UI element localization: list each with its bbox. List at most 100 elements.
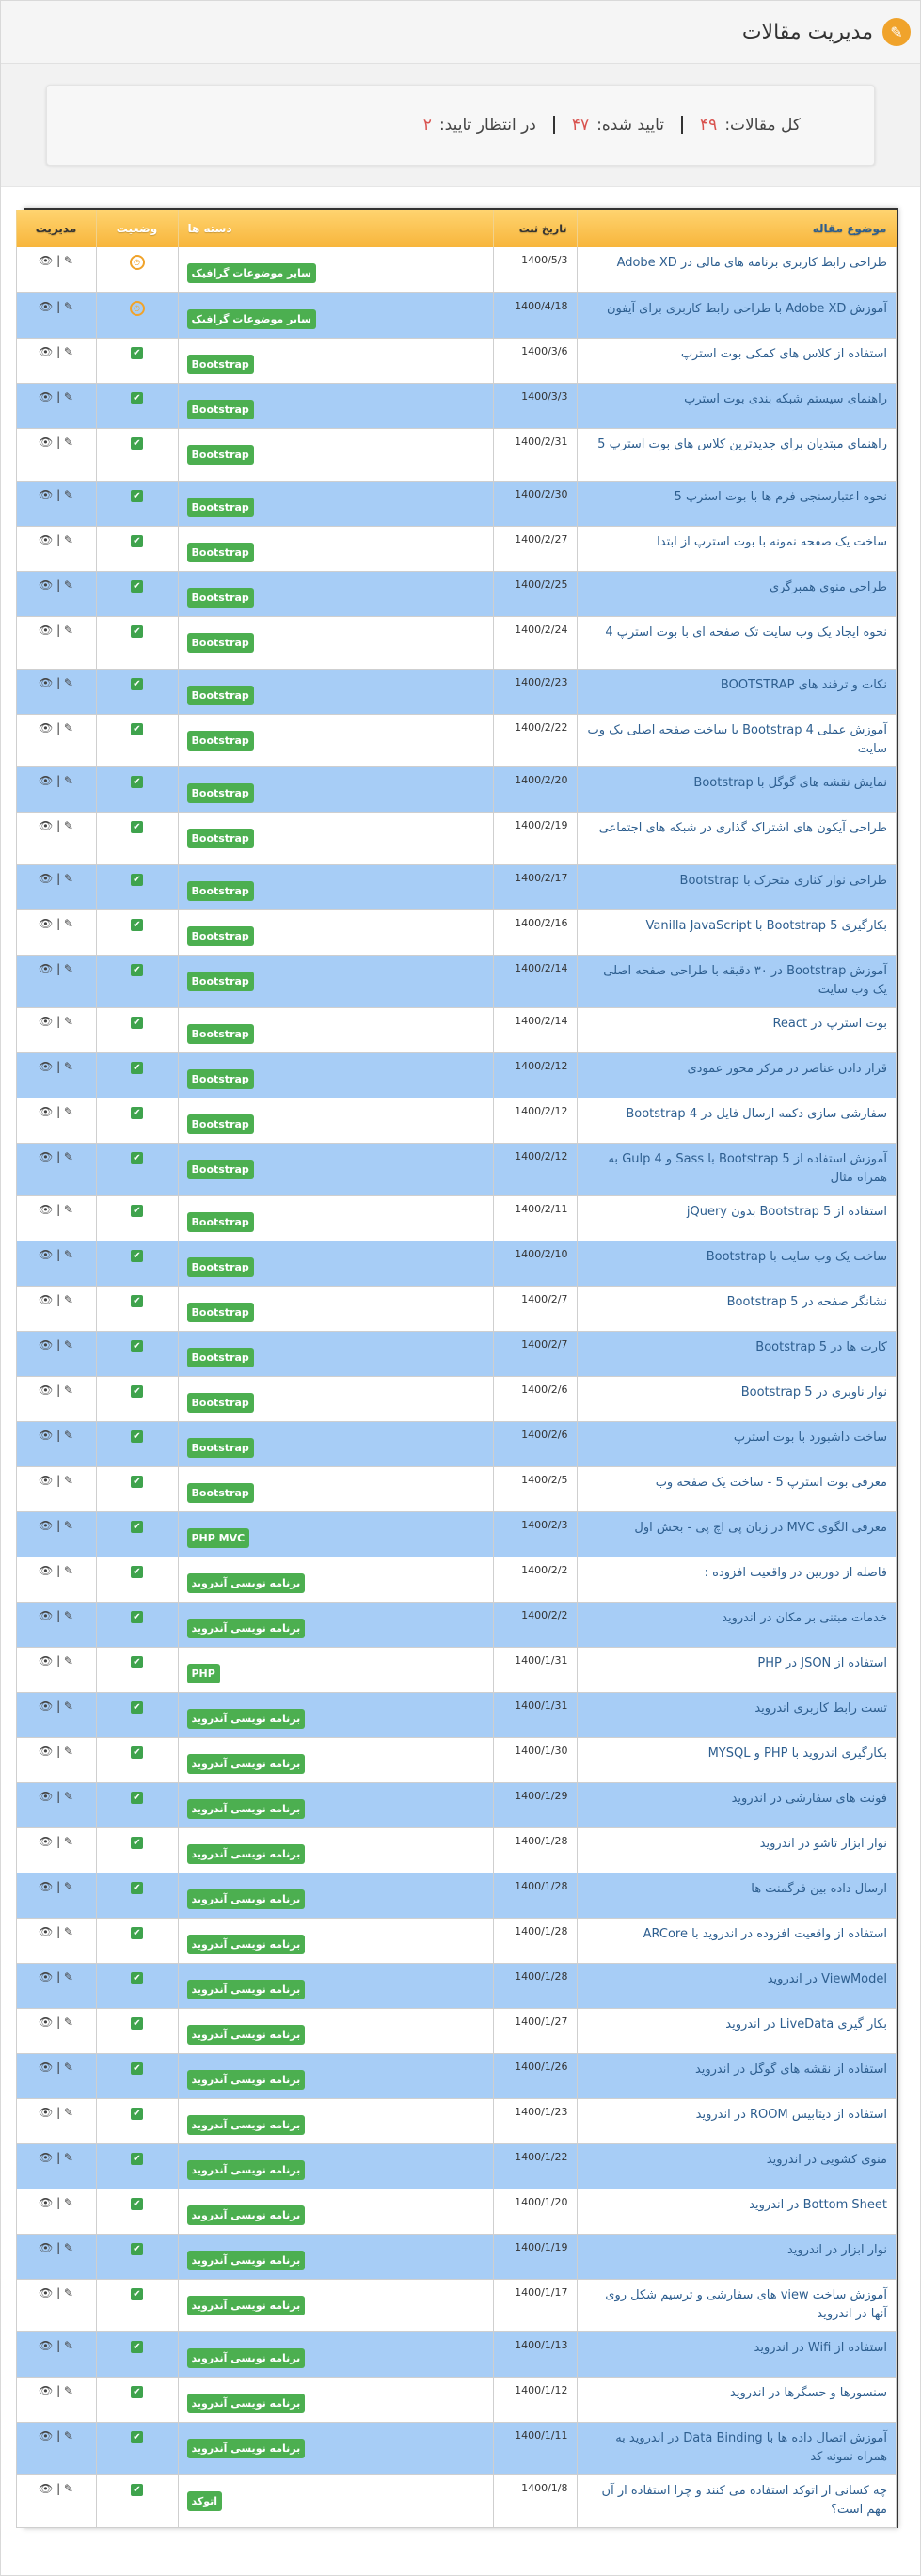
view-icon[interactable]: 👁 <box>39 1429 53 1442</box>
edit-icon[interactable]: ✎ <box>64 2061 73 2074</box>
edit-icon[interactable]: ✎ <box>64 2196 73 2209</box>
view-icon[interactable]: 👁 <box>39 774 53 787</box>
approved-check-icon[interactable]: ✔ <box>131 963 143 976</box>
article-title-link[interactable]: نمایش نقشه های گوگل با Bootstrap <box>576 766 897 813</box>
approved-check-icon[interactable]: ✔ <box>131 1061 143 1074</box>
edit-icon[interactable]: ✎ <box>64 1609 73 1622</box>
view-icon[interactable]: 👁 <box>39 721 53 735</box>
article-title-link[interactable]: ViewModel در اندروید <box>576 1963 897 2009</box>
article-title-link[interactable]: نکات و ترفند های BOOTSTRAP <box>576 669 897 715</box>
view-icon[interactable]: 👁 <box>39 872 53 885</box>
article-title-link[interactable]: ساخت یک صفحه نمونه با بوت استرپ از ابتدا <box>576 526 897 572</box>
approved-check-icon[interactable]: ✔ <box>131 391 143 404</box>
view-icon[interactable]: 👁 <box>39 2241 53 2254</box>
article-title-link[interactable]: فونت های سفارشی در اندروید <box>576 1782 897 1828</box>
article-title-link[interactable]: Bottom Sheet در اندروید <box>576 2189 897 2235</box>
article-title-link[interactable]: آموزش Bootstrap در ۳۰ دقیقه با طراحی صفح… <box>576 955 897 1008</box>
article-title-link[interactable]: نوار ابزار در اندروید <box>576 2234 897 2280</box>
approved-check-icon[interactable]: ✔ <box>131 1881 143 1894</box>
approved-check-icon[interactable]: ✔ <box>131 579 143 593</box>
approved-check-icon[interactable]: ✔ <box>131 722 143 735</box>
pending-clock-icon[interactable]: ◷ <box>129 300 145 316</box>
edit-icon[interactable]: ✎ <box>64 488 73 501</box>
article-title-link[interactable]: بکارگیری Bootstrap 5 با Vanilla JavaScri… <box>576 909 897 956</box>
view-icon[interactable]: 👁 <box>39 1203 53 1216</box>
approved-check-icon[interactable]: ✔ <box>131 2062 143 2075</box>
approved-check-icon[interactable]: ✔ <box>131 2107 143 2120</box>
approved-check-icon[interactable]: ✔ <box>131 1204 143 1217</box>
view-icon[interactable]: 👁 <box>39 819 53 832</box>
approved-check-icon[interactable]: ✔ <box>131 2385 143 2398</box>
article-title-link[interactable]: استفاده از واقعیت افزوده در اندروید با A… <box>576 1918 897 1964</box>
article-title-link[interactable]: ارسال داده بین فرگمنت ها <box>576 1873 897 1919</box>
edit-icon[interactable]: ✎ <box>64 533 73 546</box>
edit-icon[interactable]: ✎ <box>64 1835 73 1848</box>
approved-check-icon[interactable]: ✔ <box>131 1384 143 1398</box>
article-title-link[interactable]: نحوه اعتبارسنجی فرم ها با بوت استرپ 5 <box>576 481 897 527</box>
view-icon[interactable]: 👁 <box>39 533 53 546</box>
article-title-link[interactable]: فاصله از دوربین در واقعیت افزوده : <box>576 1557 897 1603</box>
article-title-link[interactable]: منوی کشویی در اندروید <box>576 2143 897 2189</box>
edit-icon[interactable]: ✎ <box>64 1338 73 1351</box>
edit-icon[interactable]: ✎ <box>64 1699 73 1713</box>
edit-icon[interactable]: ✎ <box>64 774 73 787</box>
view-icon[interactable]: 👁 <box>39 2106 53 2119</box>
approved-check-icon[interactable]: ✔ <box>131 1106 143 1119</box>
view-icon[interactable]: 👁 <box>39 1383 53 1397</box>
view-icon[interactable]: 👁 <box>39 2151 53 2164</box>
approved-check-icon[interactable]: ✔ <box>131 2197 143 2210</box>
view-icon[interactable]: 👁 <box>39 300 53 313</box>
approved-check-icon[interactable]: ✔ <box>131 2152 143 2165</box>
edit-icon[interactable]: ✎ <box>64 2106 73 2119</box>
view-icon[interactable]: 👁 <box>39 435 53 449</box>
view-icon[interactable]: 👁 <box>39 1060 53 1073</box>
edit-icon[interactable]: ✎ <box>64 2429 73 2442</box>
edit-icon[interactable]: ✎ <box>64 1745 73 1758</box>
edit-icon[interactable]: ✎ <box>64 2151 73 2164</box>
view-icon[interactable]: 👁 <box>39 2286 53 2299</box>
article-title-link[interactable]: استفاده از Wifi در اندروید <box>576 2331 897 2378</box>
approved-check-icon[interactable]: ✔ <box>131 2016 143 2030</box>
edit-icon[interactable]: ✎ <box>64 1790 73 1803</box>
view-icon[interactable]: 👁 <box>39 1105 53 1118</box>
view-icon[interactable]: 👁 <box>39 2384 53 2397</box>
article-title-link[interactable]: آموزش استفاده از Bootstrap 5 با Sass و G… <box>576 1143 897 1196</box>
article-title-link[interactable]: طراحی منوی همبرگری <box>576 571 897 617</box>
edit-icon[interactable]: ✎ <box>64 2339 73 2352</box>
approved-check-icon[interactable]: ✔ <box>131 436 143 450</box>
article-title-link[interactable]: آموزش اتصال داده ها با Data Binding در ا… <box>576 2422 897 2475</box>
approved-check-icon[interactable]: ✔ <box>131 489 143 502</box>
approved-check-icon[interactable]: ✔ <box>131 1151 143 1164</box>
approved-check-icon[interactable]: ✔ <box>131 2340 143 2353</box>
approved-check-icon[interactable]: ✔ <box>131 1971 143 1984</box>
article-title-link[interactable]: نشانگر صفحه در Bootstrap 5 <box>576 1286 897 1332</box>
view-icon[interactable]: 👁 <box>39 2061 53 2074</box>
article-title-link[interactable]: آموزش Adobe XD با طراحی رابط کاربری برای… <box>576 292 897 339</box>
edit-icon[interactable]: ✎ <box>64 2015 73 2029</box>
approved-check-icon[interactable]: ✔ <box>131 1926 143 1939</box>
article-title-link[interactable]: سفارشی سازی دکمه ارسال فایل در Bootstrap… <box>576 1098 897 1144</box>
view-icon[interactable]: 👁 <box>39 2196 53 2209</box>
view-icon[interactable]: 👁 <box>39 1564 53 1577</box>
edit-icon[interactable]: ✎ <box>64 676 73 689</box>
edit-icon[interactable]: ✎ <box>64 917 73 930</box>
approved-check-icon[interactable]: ✔ <box>131 624 143 638</box>
view-icon[interactable]: 👁 <box>39 2482 53 2495</box>
view-icon[interactable]: 👁 <box>39 1519 53 1532</box>
approved-check-icon[interactable]: ✔ <box>131 1249 143 1262</box>
article-title-link[interactable]: بکارگیری اندروید با PHP و MYSQL <box>576 1737 897 1783</box>
approved-check-icon[interactable]: ✔ <box>131 1700 143 1714</box>
approved-check-icon[interactable]: ✔ <box>131 1746 143 1759</box>
edit-icon[interactable]: ✎ <box>64 1060 73 1073</box>
view-icon[interactable]: 👁 <box>39 2015 53 2029</box>
article-title-link[interactable]: چه کسانی از اتوکد استفاده می کنند و چرا … <box>576 2474 897 2528</box>
edit-icon[interactable]: ✎ <box>64 1970 73 1983</box>
view-icon[interactable]: 👁 <box>39 345 53 358</box>
edit-icon[interactable]: ✎ <box>64 2384 73 2397</box>
article-title-link[interactable]: نوار ابزار تاشو در اندروید <box>576 1827 897 1873</box>
article-title-link[interactable]: ساخت داشبورد با بوت استرپ <box>576 1421 897 1467</box>
view-icon[interactable]: 👁 <box>39 488 53 501</box>
approved-check-icon[interactable]: ✔ <box>131 1016 143 1029</box>
approved-check-icon[interactable]: ✔ <box>131 1836 143 1849</box>
edit-icon[interactable]: ✎ <box>64 1203 73 1216</box>
